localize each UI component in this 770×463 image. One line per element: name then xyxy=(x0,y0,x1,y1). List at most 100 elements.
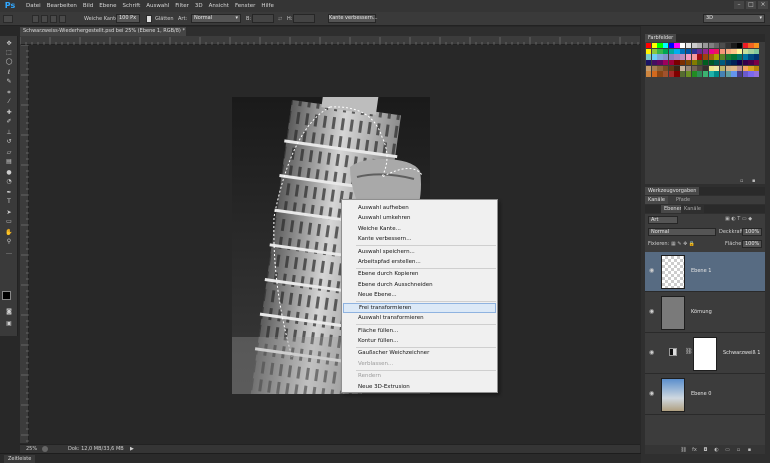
color-swatch[interactable] xyxy=(663,43,669,49)
blur-tool-icon[interactable]: ● xyxy=(4,169,14,176)
menu-4[interactable]: Schrift xyxy=(122,0,140,12)
color-swatch[interactable] xyxy=(714,60,720,66)
color-swatch[interactable] xyxy=(697,43,703,49)
color-swatch[interactable] xyxy=(685,48,691,54)
color-swatch[interactable] xyxy=(742,54,748,60)
tab-channels-2[interactable]: Kanäle xyxy=(681,205,704,213)
link-layers-icon[interactable]: ⛓ xyxy=(680,447,687,453)
color-swatch[interactable] xyxy=(737,65,743,71)
layer-row-ebene-0[interactable]: ◉ Ebene 0 xyxy=(645,375,765,415)
color-swatch[interactable] xyxy=(719,65,726,71)
context-menu-item[interactable]: Ebene durch Kopieren xyxy=(343,269,496,279)
type-tool-icon[interactable]: T xyxy=(4,198,14,205)
color-swatch[interactable] xyxy=(646,60,652,66)
layer-row-schwarzweiss[interactable]: ◉ ⛓ Schwarzweiß 1 xyxy=(645,334,765,374)
color-swatch[interactable] xyxy=(646,54,652,60)
context-menu-item[interactable]: Weiche Kante... xyxy=(343,224,496,234)
menu-0[interactable]: Datei xyxy=(26,0,41,12)
color-swatch[interactable] xyxy=(680,48,686,54)
color-swatch[interactable] xyxy=(737,48,743,54)
tab-channels[interactable]: Kanäle xyxy=(645,196,668,204)
new-selection-icon[interactable] xyxy=(32,15,39,23)
color-swatch[interactable] xyxy=(663,71,669,77)
color-swatch[interactable] xyxy=(668,60,674,66)
context-menu-item[interactable]: Neue Ebene... xyxy=(343,290,496,300)
color-swatch[interactable] xyxy=(691,43,697,49)
layer-row-ebene-1[interactable]: ◉ Ebene 1 xyxy=(645,252,765,292)
rectangular-marquee-icon[interactable]: ⬚ xyxy=(4,49,14,56)
color-swatch[interactable] xyxy=(742,48,748,54)
color-swatch[interactable] xyxy=(646,65,652,71)
color-swatch[interactable] xyxy=(668,71,674,77)
color-swatch[interactable] xyxy=(651,65,657,71)
color-swatch[interactable] xyxy=(748,71,754,77)
color-swatch[interactable] xyxy=(742,43,748,49)
color-swatch[interactable] xyxy=(702,54,709,60)
color-swatch[interactable] xyxy=(714,48,720,54)
color-swatch[interactable] xyxy=(737,71,743,77)
intersect-selection-icon[interactable] xyxy=(59,15,66,23)
fill-input[interactable]: 100% xyxy=(742,240,762,248)
new-group-icon[interactable]: ▭ xyxy=(724,447,731,453)
feather-input[interactable]: 100 Px xyxy=(116,14,140,23)
add-to-selection-icon[interactable] xyxy=(41,15,48,23)
swap-icon[interactable]: ⇄ xyxy=(278,15,282,23)
menu-2[interactable]: Bild xyxy=(83,0,93,12)
context-menu-item[interactable]: Arbeitspfad erstellen... xyxy=(343,257,496,267)
color-swatch[interactable] xyxy=(663,60,669,66)
maximize-icon[interactable]: □ xyxy=(746,1,756,9)
color-swatch[interactable] xyxy=(742,71,748,77)
layer-row-koernung[interactable]: ◉ Körnung xyxy=(645,293,765,333)
color-swatch[interactable] xyxy=(680,71,686,77)
adjustment-icon[interactable]: ◐ xyxy=(713,447,720,453)
color-swatch[interactable] xyxy=(702,48,709,54)
color-swatch[interactable] xyxy=(674,65,680,71)
color-swatch[interactable] xyxy=(708,60,714,66)
color-swatch[interactable] xyxy=(691,71,697,77)
eyedropper-icon[interactable]: ⁄ xyxy=(4,98,14,105)
filter-icons[interactable]: ▣ ◐ T ▭ ◆ xyxy=(725,216,752,222)
color-swatch[interactable] xyxy=(702,43,709,49)
color-swatch[interactable] xyxy=(731,60,737,66)
color-swatch[interactable] xyxy=(702,60,709,66)
color-swatch[interactable] xyxy=(657,60,663,66)
color-swatch[interactable] xyxy=(754,48,760,54)
color-swatch[interactable] xyxy=(646,48,652,54)
blend-mode-select[interactable]: Normal xyxy=(648,228,716,236)
quick-mask-icon[interactable]: ◙ xyxy=(4,308,14,315)
color-swatch[interactable] xyxy=(651,60,657,66)
color-swatch[interactable] xyxy=(714,54,720,60)
timeline-tab[interactable]: Zeitleiste xyxy=(4,455,36,463)
hand-tool-icon[interactable]: ✋ xyxy=(4,229,14,236)
color-swatch[interactable] xyxy=(754,71,760,77)
height-input[interactable] xyxy=(293,14,315,23)
subtract-from-selection-icon[interactable] xyxy=(50,15,57,23)
color-swatch[interactable] xyxy=(708,65,714,71)
color-swatch[interactable] xyxy=(691,48,697,54)
color-swatch[interactable] xyxy=(708,48,714,54)
layer-mask-thumbnail[interactable] xyxy=(693,337,717,371)
menu-3[interactable]: Ebene xyxy=(99,0,116,12)
lock-icons[interactable]: ▦ ✎ ✥ 🔒 xyxy=(671,240,695,248)
color-swatch[interactable] xyxy=(725,54,731,60)
marquee-tool-preset-icon[interactable] xyxy=(3,15,13,23)
color-swatch[interactable] xyxy=(668,65,674,71)
context-menu-item[interactable]: Auswahl umkehren xyxy=(343,213,496,223)
crop-tool-icon[interactable]: ⌗ xyxy=(4,89,14,96)
color-swatch[interactable] xyxy=(714,43,720,49)
color-swatch[interactable] xyxy=(668,54,674,60)
minimize-icon[interactable]: – xyxy=(734,1,744,9)
menu-5[interactable]: Auswahl xyxy=(146,0,169,12)
color-swatch[interactable] xyxy=(685,54,691,60)
color-swatch[interactable] xyxy=(731,65,737,71)
color-swatch[interactable] xyxy=(737,54,743,60)
refine-edge-button[interactable]: Kante verbessern... xyxy=(328,14,378,23)
color-swatch[interactable] xyxy=(668,48,674,54)
antialias-checkbox[interactable] xyxy=(146,15,152,23)
color-swatch[interactable] xyxy=(674,43,680,49)
color-swatch[interactable] xyxy=(697,60,703,66)
context-menu-item[interactable]: Fläche füllen... xyxy=(343,326,496,336)
path-selection-icon[interactable]: ➤ xyxy=(4,209,14,216)
zoom-tool-icon[interactable]: ⚲ xyxy=(4,238,14,245)
menu-7[interactable]: 3D xyxy=(195,0,203,12)
